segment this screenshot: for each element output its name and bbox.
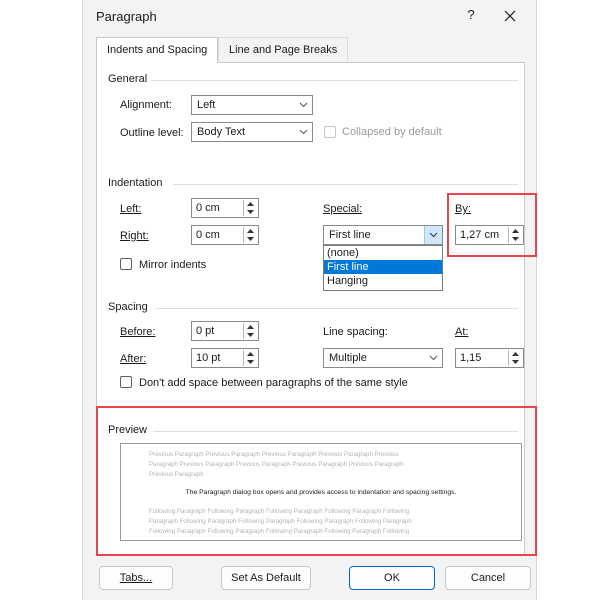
left-indent-spinner[interactable]: 0 cm <box>191 198 259 218</box>
spin-buttons <box>508 227 522 243</box>
special-option-hanging[interactable]: Hanging <box>324 274 442 288</box>
before-value: 0 pt <box>196 325 215 337</box>
close-icon <box>504 10 516 22</box>
spin-up-icon[interactable] <box>509 350 522 358</box>
spin-buttons <box>508 350 522 366</box>
section-divider <box>151 80 518 81</box>
chevron-down-icon <box>425 349 442 367</box>
left-indent-value: 0 cm <box>196 202 220 214</box>
spin-down-icon[interactable] <box>244 358 257 366</box>
mirror-indents-checkbox[interactable] <box>120 258 132 270</box>
outline-level-value: Body Text <box>197 126 246 138</box>
mirror-indents-label: Mirror indents <box>139 259 207 271</box>
spin-down-icon[interactable] <box>244 208 257 216</box>
preview-following-line: Following Paragraph Following Paragraph … <box>149 528 410 535</box>
line-spacing-select[interactable]: Multiple <box>323 348 443 368</box>
spin-buttons <box>243 200 257 216</box>
section-divider <box>153 431 518 432</box>
collapsed-by-default-label: Collapsed by default <box>342 126 442 138</box>
alignment-select[interactable]: Left <box>191 95 313 115</box>
line-spacing-value: Multiple <box>329 352 367 364</box>
preview-following-line: Paragraph Following Paragraph Following … <box>149 518 412 525</box>
special-select[interactable]: First line <box>323 225 443 245</box>
special-option-first-line[interactable]: First line <box>324 260 442 274</box>
tabs-button-label: Tabs... <box>119 572 153 584</box>
spin-down-icon[interactable] <box>509 235 522 243</box>
chevron-down-icon <box>295 96 312 114</box>
spin-up-icon[interactable] <box>244 227 257 235</box>
collapsed-by-default-checkbox[interactable] <box>324 126 336 138</box>
spin-buttons <box>243 227 257 243</box>
general-section-label: General <box>108 73 148 85</box>
left-indent-label: Left: <box>120 203 142 215</box>
by-value: 1,27 cm <box>460 229 500 241</box>
ok-button[interactable]: OK <box>349 566 435 590</box>
after-label: After: <box>120 353 147 365</box>
chevron-down-icon <box>295 123 312 141</box>
ok-label: OK <box>384 572 400 584</box>
preview-sample-text: The Paragraph dialog box opens and provi… <box>185 489 457 496</box>
chevron-down-icon <box>424 226 442 244</box>
line-spacing-label: Line spacing: <box>323 326 388 338</box>
spin-up-icon[interactable] <box>244 323 257 331</box>
indentation-section-label: Indentation <box>108 177 163 189</box>
outline-level-select[interactable]: Body Text <box>191 122 313 142</box>
at-label: At: <box>455 326 469 338</box>
alignment-value: Left <box>197 99 216 111</box>
at-value: 1,15 <box>460 352 482 364</box>
dont-add-space-label: Don't add space between paragraphs of th… <box>139 377 408 389</box>
special-dropdown-list: (none) First line Hanging <box>323 245 443 291</box>
section-divider <box>155 308 518 309</box>
help-button[interactable]: ? <box>464 7 478 22</box>
paragraph-dialog: Paragraph ? Indents and Spacing Line and… <box>82 0 537 600</box>
right-indent-label: Right: <box>120 230 149 242</box>
dont-add-space-checkbox[interactable] <box>120 376 132 388</box>
before-spinner[interactable]: 0 pt <box>191 321 259 341</box>
preview-previous-line: Previous Paragraph <box>149 471 204 478</box>
special-label: Special: <box>323 203 363 215</box>
preview-following-line: Following Paragraph Following Paragraph … <box>149 508 410 515</box>
tab-label: Indents and Spacing <box>107 44 208 56</box>
spin-down-icon[interactable] <box>509 358 522 366</box>
tabs-button[interactable]: Tabs... <box>99 566 173 590</box>
tab-line-and-page-breaks[interactable]: Line and Page Breaks <box>218 37 349 61</box>
tab-label: Line and Page Breaks <box>229 44 338 56</box>
special-value: First line <box>329 229 371 241</box>
at-spinner[interactable]: 1,15 <box>455 348 524 368</box>
by-label: By: <box>455 203 471 215</box>
right-indent-value: 0 cm <box>196 229 220 241</box>
after-spinner[interactable]: 10 pt <box>191 348 259 368</box>
alignment-label: Alignment: <box>120 99 172 111</box>
dialog-title: Paragraph <box>96 9 157 24</box>
spin-up-icon[interactable] <box>244 350 257 358</box>
preview-previous-line: Previous Paragraph Previous Paragraph Pr… <box>149 451 399 458</box>
set-as-default-label: Set As Default <box>231 572 301 584</box>
cancel-button[interactable]: Cancel <box>445 566 531 590</box>
spin-buttons <box>243 350 257 366</box>
spin-down-icon[interactable] <box>244 235 257 243</box>
before-label: Before: <box>120 326 156 338</box>
spin-up-icon[interactable] <box>244 200 257 208</box>
section-divider <box>173 184 518 185</box>
cancel-label: Cancel <box>470 572 506 584</box>
spin-buttons <box>243 323 257 339</box>
right-indent-spinner[interactable]: 0 cm <box>191 225 259 245</box>
spacing-section-label: Spacing <box>108 301 148 313</box>
preview-box: Previous Paragraph Previous Paragraph Pr… <box>120 443 522 541</box>
spin-up-icon[interactable] <box>509 227 522 235</box>
preview-previous-line: Paragraph Previous Paragraph Previous Pa… <box>149 461 404 468</box>
preview-section-label: Preview <box>108 424 148 436</box>
outline-level-label: Outline level: <box>120 127 184 139</box>
after-value: 10 pt <box>196 352 221 364</box>
spin-down-icon[interactable] <box>244 331 257 339</box>
set-as-default-button[interactable]: Set As Default <box>221 566 311 590</box>
special-option-none[interactable]: (none) <box>324 246 442 260</box>
close-button[interactable] <box>501 7 519 25</box>
by-spinner[interactable]: 1,27 cm <box>455 225 524 245</box>
tab-indents-and-spacing[interactable]: Indents and Spacing <box>96 37 219 63</box>
